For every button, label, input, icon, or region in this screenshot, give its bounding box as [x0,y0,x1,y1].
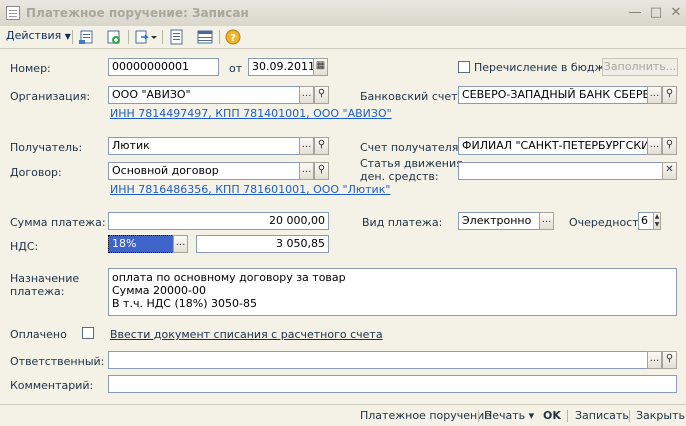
actions-label: Действия [6,29,62,42]
payment-type-label: Вид платежа: [362,216,443,229]
vat-label: НДС: [10,240,39,253]
print-form-button[interactable]: Платежное поручение [360,409,491,422]
organization-info-link[interactable]: ИНН 7814497497, КПП 781401001, ООО "АВИЗ… [110,107,392,120]
paid-label: Оплачено [10,328,67,341]
ellipsis-icon[interactable]: ... [299,162,314,180]
ellipsis-icon[interactable]: ... [299,137,314,155]
search-icon[interactable]: ⚲ [662,137,677,155]
vat-sum-field[interactable]: 3 050,85 [196,235,329,253]
command-bar: Платежное поручение Печать ▾ OK Записать… [0,404,686,426]
number-label: Номер: [10,62,51,75]
svg-text:?: ? [230,33,236,44]
search-icon[interactable]: ⚲ [314,137,329,155]
purpose-textarea[interactable]: оплата по основному договору за товар Су… [108,268,677,316]
save-button[interactable]: Записать [575,409,629,422]
cashflow-label-2: ден. средств: [360,170,439,183]
purpose-line: В т.ч. НДС (18%) 3050-85 [112,297,257,310]
document-icon [6,6,20,20]
sum-field[interactable]: 20 000,00 [108,212,329,230]
ellipsis-icon[interactable]: ... [299,86,314,104]
spin-icon[interactable]: ▲ ▼ [653,212,661,230]
sum-label: Сумма платежа: [10,216,106,229]
vat-rate-field[interactable]: 18% [108,235,174,253]
actions-menu[interactable]: Действия ▼ [6,29,71,42]
clear-icon[interactable]: ✕ [662,162,677,180]
priority-field[interactable]: 6 [638,212,654,230]
date-from-label: от [229,62,243,75]
number-field[interactable]: 00000000001 [108,58,219,76]
budget-label: Перечисление в бюджет [474,61,618,74]
toolbar-separator [219,30,220,44]
close-icon[interactable]: ✕ [668,5,684,21]
ellipsis-icon[interactable]: ... [173,235,188,253]
recipient-account-field[interactable]: ФИЛИАЛ "САНКТ-ПЕТЕРБУРГСКИ [458,137,648,155]
toolbar-separator [162,30,163,44]
search-icon[interactable]: ⚲ [314,162,329,180]
list-icon[interactable] [78,28,96,46]
purpose-line: Сумма 20000-00 [112,284,206,297]
ellipsis-icon[interactable]: ... [647,351,662,369]
recipient-label: Получатель: [10,141,83,154]
budget-checkbox[interactable] [458,61,470,73]
ellipsis-icon[interactable]: ... [647,137,662,155]
purpose-line: оплата по основному договору за товар [112,271,346,284]
bank-account-field[interactable]: СЕВЕРО-ЗАПАДНЫЙ БАНК СБЕРБА [458,86,648,104]
recipient-field[interactable]: Лютик [108,137,300,155]
responsible-field[interactable] [108,351,648,369]
structure-icon[interactable] [168,28,186,46]
go-to-icon[interactable] [134,28,157,46]
contract-label: Договор: [10,166,62,179]
window-title: Платежное поручение: Записан [26,6,249,20]
ok-button[interactable]: OK [543,409,561,422]
ellipsis-icon[interactable]: ... [539,212,554,230]
toolbar-separator [128,30,129,44]
writeoff-link[interactable]: Ввести документ списания с расчетного сч… [110,328,383,341]
recipient-account-label: Счет получателя: [360,141,463,154]
recipient-info-link[interactable]: ИНН 7816486356, КПП 781601001, ООО "Люти… [110,183,390,196]
toolbar: Действия ▼ ? [0,26,686,49]
purpose-label-2: платежа: [10,285,65,298]
title-bar: Платежное поручение: Записан — □ ✕ [0,0,686,27]
command-separator [478,410,479,422]
help-icon[interactable]: ? [224,28,242,46]
comment-label: Комментарий: [10,379,94,392]
cashflow-field[interactable] [458,162,663,180]
cashflow-label: Статья движения [360,157,463,170]
table-icon[interactable] [196,28,214,46]
toolbar-separator [72,30,73,44]
search-icon[interactable]: ⚲ [314,86,329,104]
contract-field[interactable]: Основной договор [108,162,300,180]
responsible-label: Ответственный: [10,355,105,368]
date-field[interactable]: 30.09.2011 [248,58,314,76]
comment-field[interactable] [108,375,677,393]
organization-field[interactable]: ООО "АВИЗО" [108,86,300,104]
payment-type-field[interactable]: Электронно [458,212,540,230]
purpose-label: Назначение [10,272,80,285]
priority-label: Очередность: [569,216,649,229]
search-icon[interactable]: ⚲ [662,351,677,369]
dropdown-arrow-icon: ▼ [64,32,71,41]
maximize-icon[interactable]: □ [648,5,664,21]
ellipsis-icon[interactable]: ... [647,86,662,104]
paid-checkbox[interactable] [82,327,94,339]
new-copy-icon[interactable] [105,28,123,46]
print-menu-button[interactable]: Печать ▾ [484,409,534,422]
bank-account-label: Банковский счет: [360,90,462,103]
command-separator [629,410,630,422]
fill-button[interactable]: Заполнить... [602,58,678,76]
organization-label: Организация: [10,90,91,103]
minimize-icon[interactable]: — [627,5,643,21]
payment-order-window: Платежное поручение: Записан — □ ✕ Дейст… [0,0,686,426]
close-button[interactable]: Закрыть [636,409,685,422]
search-icon[interactable]: ⚲ [662,86,677,104]
command-separator [567,410,568,422]
calendar-icon[interactable]: ▦ [313,58,328,76]
